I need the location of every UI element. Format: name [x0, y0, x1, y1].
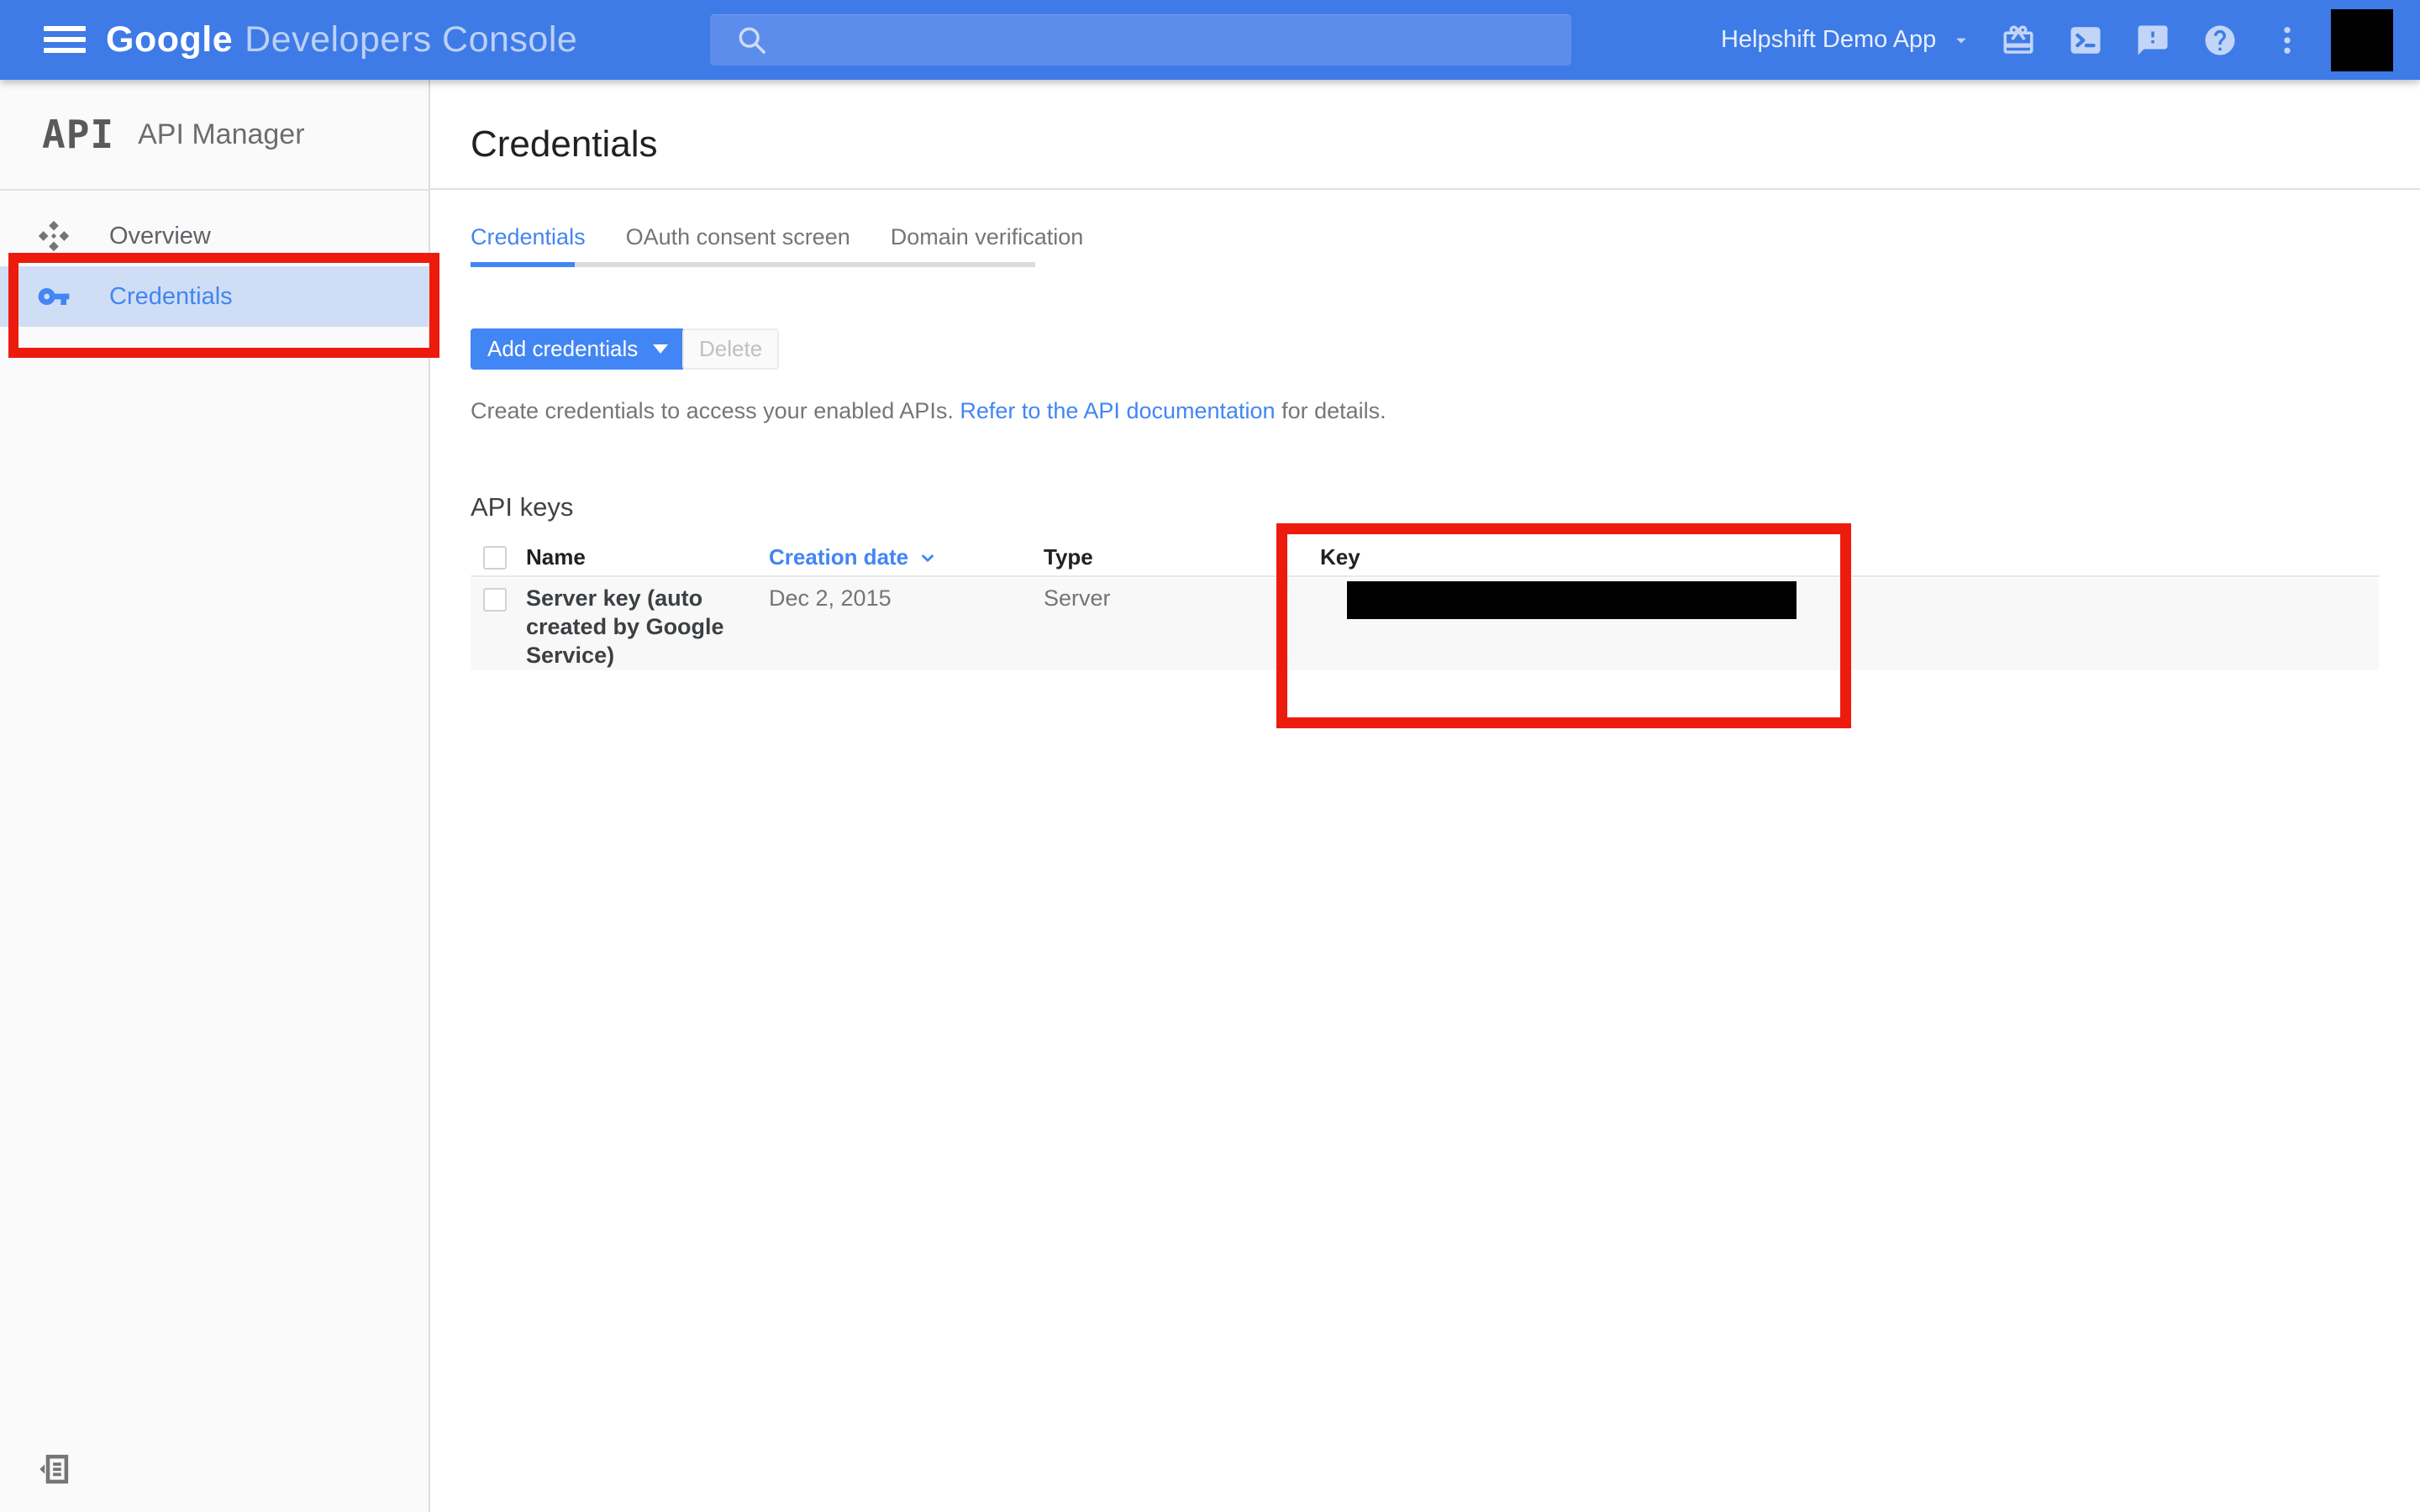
- project-selector[interactable]: Helpshift Demo App: [1721, 0, 1973, 80]
- sidebar: API API Manager Overview Credent: [0, 80, 430, 1512]
- row-checkbox[interactable]: [483, 588, 507, 612]
- active-tab-underline: [471, 262, 575, 267]
- tab-oauth-consent-screen[interactable]: OAuth consent screen: [626, 224, 850, 250]
- delete-button[interactable]: Delete: [682, 328, 779, 370]
- search-icon: [735, 24, 769, 57]
- header-divider: [430, 188, 2420, 190]
- cloud-shell-icon: [2068, 23, 2103, 58]
- tab-bar: Credentials OAuth consent screen Domain …: [471, 224, 1083, 250]
- api-key-type-cell: Server: [1044, 585, 1111, 612]
- gift-icon: [2001, 23, 2036, 58]
- sort-chevron-down-icon: [917, 547, 939, 569]
- api-key-table-row: Server key (auto created by Google Servi…: [471, 578, 2379, 670]
- dropdown-caret-icon: [653, 344, 668, 354]
- column-header-creation-date-label: Creation date: [769, 544, 908, 570]
- help-button[interactable]: [2202, 22, 2238, 59]
- main-content: Credentials Credentials OAuth consent sc…: [430, 80, 2420, 1512]
- description-text-after: for details.: [1276, 398, 1386, 423]
- logo-google: Google: [106, 19, 233, 60]
- select-all-checkbox[interactable]: [483, 546, 507, 570]
- feedback-icon: [2135, 23, 2170, 58]
- add-credentials-label: Add credentials: [487, 336, 638, 362]
- hamburger-menu-icon[interactable]: [44, 24, 87, 56]
- cloud-shell-button[interactable]: [2067, 22, 2104, 59]
- api-key-creation-date-cell: Dec 2, 2015: [769, 585, 892, 612]
- tab-credentials[interactable]: Credentials: [471, 224, 586, 250]
- search-input[interactable]: [782, 18, 1551, 62]
- page-title: Credentials: [471, 123, 658, 165]
- column-header-creation-date[interactable]: Creation date: [769, 544, 939, 570]
- sidebar-item-overview[interactable]: Overview: [0, 206, 429, 266]
- user-avatar-redacted[interactable]: [2331, 9, 2393, 71]
- logo-product: Developers Console: [245, 19, 577, 60]
- sidebar-title: API Manager: [138, 118, 304, 151]
- key-icon: [37, 280, 71, 313]
- table-header-row: Name Creation date Type Key: [471, 543, 2379, 576]
- feedback-button[interactable]: [2134, 22, 2171, 59]
- column-header-type: Type: [1044, 544, 1093, 570]
- app-logo: Google Developers Console: [106, 0, 577, 80]
- table-header-divider: [471, 575, 2379, 577]
- column-header-key: Key: [1320, 544, 1360, 570]
- column-header-name: Name: [526, 544, 586, 570]
- overflow-menu-button[interactable]: [2269, 22, 2306, 59]
- tab-domain-verification[interactable]: Domain verification: [891, 224, 1084, 250]
- chevron-down-icon: [1949, 29, 1973, 52]
- description-text-before: Create credentials to access your enable…: [471, 398, 960, 423]
- search-bar[interactable]: [710, 14, 1571, 66]
- google-developers-console: Google Developers Console Helpshift Demo…: [0, 0, 2420, 1512]
- credentials-description: Create credentials to access your enable…: [471, 398, 1386, 424]
- overflow-icon: [2270, 23, 2305, 58]
- sidebar-item-label: Credentials: [109, 283, 233, 311]
- overview-icon: [37, 219, 71, 253]
- collapse-sidebar-button[interactable]: [35, 1451, 72, 1488]
- collapse-panel-icon: [36, 1452, 71, 1487]
- api-key-name-cell: Server key (auto created by Google Servi…: [526, 584, 744, 669]
- api-key-value-redacted: [1347, 581, 1797, 619]
- help-icon: [2202, 23, 2238, 58]
- topbar-icon-group: [2000, 0, 2306, 80]
- top-app-bar: Google Developers Console Helpshift Demo…: [0, 0, 2420, 80]
- api-keys-heading: API keys: [471, 492, 573, 522]
- project-selector-label: Helpshift Demo App: [1721, 26, 1936, 54]
- api-logo: API: [42, 112, 114, 157]
- gift-button[interactable]: [2000, 22, 2037, 59]
- sidebar-item-label: Overview: [109, 223, 211, 250]
- tab-underline-track: [471, 262, 1035, 267]
- sidebar-item-credentials[interactable]: Credentials: [0, 266, 429, 327]
- sidebar-header: API API Manager: [0, 80, 429, 191]
- api-documentation-link[interactable]: Refer to the API documentation: [960, 398, 1275, 423]
- add-credentials-button[interactable]: Add credentials: [471, 328, 685, 370]
